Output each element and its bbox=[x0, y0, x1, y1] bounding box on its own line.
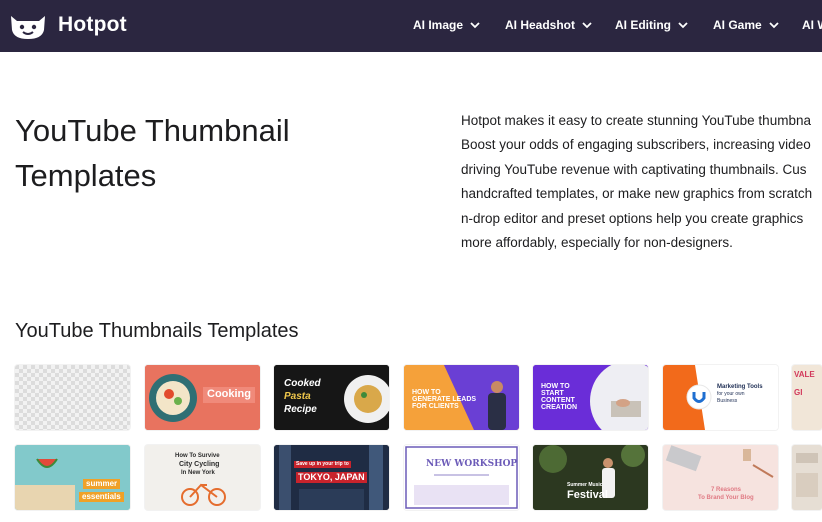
nav-ai-editing[interactable]: AI Editing bbox=[615, 18, 688, 32]
page-title-line-1: YouTube Thumbnail bbox=[15, 113, 290, 148]
nav-ai-headshot[interactable]: AI Headshot bbox=[505, 18, 592, 32]
template-card-text: To Brand Your Blog bbox=[698, 495, 754, 501]
hotpot-logo-icon[interactable] bbox=[8, 12, 48, 40]
nav-ai-image-label: AI Image bbox=[413, 18, 464, 32]
template-card-text: Pasta bbox=[284, 391, 311, 402]
hero-description-line: Hotpot makes it easy to create stunning … bbox=[461, 113, 811, 128]
template-card-text: GI bbox=[794, 388, 803, 397]
page-title-line-2: Templates bbox=[15, 158, 157, 193]
nav-ai-w-label: AI W bbox=[802, 18, 822, 32]
template-card-text: for your own bbox=[717, 391, 745, 397]
hero-description-line: Boost your odds of engaging subscribers,… bbox=[461, 137, 811, 153]
template-card-text: Business bbox=[717, 398, 738, 404]
workshop-frame-image bbox=[404, 445, 519, 510]
template-card-partial[interactable] bbox=[792, 445, 822, 510]
template-card-blank[interactable] bbox=[15, 365, 130, 430]
chevron-down-icon bbox=[678, 22, 688, 29]
hero-description-line: n-drop editor and preset options help yo… bbox=[461, 210, 804, 226]
template-card-text: VALE bbox=[794, 370, 815, 379]
nav-ai-game-label: AI Game bbox=[713, 18, 762, 32]
template-card-text: Marketing Tools bbox=[717, 384, 763, 390]
template-card-text: Save up in your trip to bbox=[294, 461, 351, 469]
template-card-new-workshop[interactable]: NEW WORKSHOP bbox=[404, 445, 519, 510]
template-card-content-creation[interactable]: HOW TO START CONTENT CREATION bbox=[533, 365, 648, 430]
template-card-summer-essentials[interactable]: summer essentials bbox=[15, 445, 130, 510]
page-title: YouTube Thumbnail Templates bbox=[15, 108, 335, 198]
template-card-text: Summer Music bbox=[567, 482, 603, 488]
nav-ai-image[interactable]: AI Image bbox=[413, 18, 480, 32]
template-card-text: How To Survive bbox=[175, 453, 220, 459]
template-card-text: Festival bbox=[567, 489, 608, 501]
hero-description-line: driving YouTube revenue with captivating… bbox=[461, 161, 807, 177]
template-card-music-festival[interactable]: Summer Music Festival bbox=[533, 445, 648, 510]
top-navbar: Hotpot AI Image AI Headshot AI Editing A… bbox=[0, 0, 822, 52]
template-card-reasons-brand-blog[interactable]: 7 Reasons To Brand Your Blog bbox=[663, 445, 778, 510]
template-card-text: Cooking bbox=[203, 387, 255, 403]
nav-ai-game[interactable]: AI Game bbox=[713, 18, 779, 32]
template-card-valentine[interactable]: VALE GI bbox=[792, 365, 822, 430]
template-card-pasta-recipe[interactable]: Cooked Pasta Recipe bbox=[274, 365, 389, 430]
hero-description-line: handcrafted templates, or make new graph… bbox=[461, 186, 813, 202]
nav-ai-headshot-label: AI Headshot bbox=[505, 18, 576, 32]
hero-description: Hotpot makes it easy to create stunning … bbox=[461, 109, 822, 259]
template-card-city-cycling[interactable]: How To Survive City Cycling In New York bbox=[145, 445, 260, 510]
template-card-text: CREATION bbox=[541, 404, 578, 411]
transparent-checker-pattern bbox=[15, 365, 130, 430]
template-card-text: City Cycling bbox=[179, 461, 220, 468]
template-card-text: summer bbox=[83, 479, 121, 490]
chevron-down-icon bbox=[470, 22, 480, 29]
template-card-text: FOR CLIENTS bbox=[412, 403, 459, 410]
template-card-text: essentials bbox=[79, 492, 124, 503]
chevron-down-icon bbox=[582, 22, 592, 29]
partial-thumbnail-image bbox=[792, 445, 822, 510]
template-card-marketing-tools[interactable]: Marketing Tools for your own Business bbox=[663, 365, 778, 430]
template-card-text: NEW WORKSHOP bbox=[426, 459, 518, 469]
nav-ai-w[interactable]: AI W bbox=[802, 18, 822, 32]
hero-description-line: more affordably, especially for non-desi… bbox=[461, 235, 733, 251]
template-card-generate-leads[interactable]: HOW TO GENERATE LEADS FOR CLIENTS bbox=[404, 365, 519, 430]
templates-section-title: YouTube Thumbnails Templates bbox=[15, 320, 299, 342]
chevron-down-icon bbox=[769, 22, 779, 29]
nav-ai-editing-label: AI Editing bbox=[615, 18, 671, 32]
template-card-text: 7 Reasons bbox=[711, 487, 742, 493]
template-card-cooking[interactable]: Cooking bbox=[145, 365, 260, 430]
brand-name[interactable]: Hotpot bbox=[58, 13, 127, 37]
template-card-text: Cooked bbox=[284, 378, 321, 389]
template-card-text: TOKYO, JAPAN bbox=[296, 472, 367, 484]
template-card-tokyo-japan[interactable]: Save up in your trip to TOKYO, JAPAN bbox=[274, 445, 389, 510]
template-card-text: Recipe bbox=[284, 404, 317, 415]
template-card-text: In New York bbox=[181, 470, 215, 476]
